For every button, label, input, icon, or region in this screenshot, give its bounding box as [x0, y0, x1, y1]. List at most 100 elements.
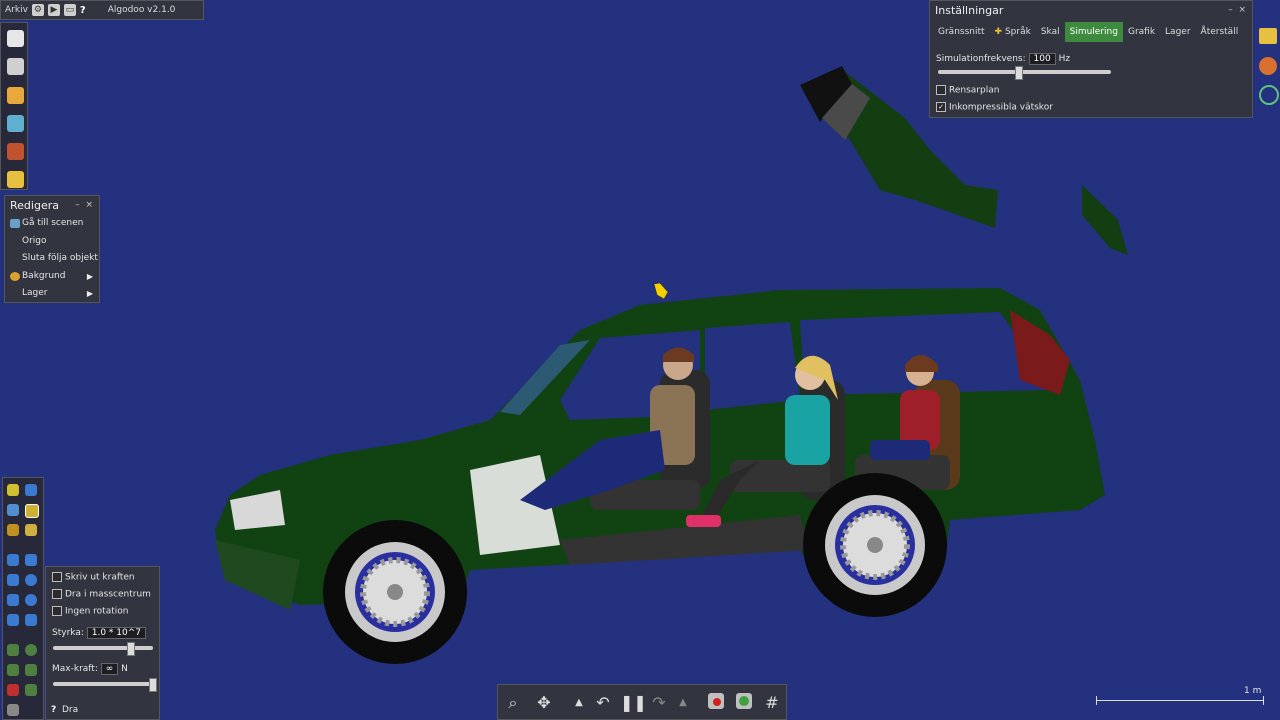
top-toolbar: Arkiv ⚙ ▶ ▭ ? Algodoo v2.1.0 — [0, 0, 204, 20]
checkbox-no-rotation[interactable]: Ingen rotation — [52, 606, 128, 617]
menu-item-stop-following[interactable]: Sluta följa objekt — [5, 250, 99, 268]
menu-item-background[interactable]: Bakgrund ▶ — [5, 268, 99, 286]
grid-icon[interactable]: # — [761, 693, 783, 713]
pan-icon[interactable]: ✥ — [533, 693, 555, 713]
tab-interface[interactable]: Gränssnitt — [933, 22, 990, 42]
rear-wheel — [803, 473, 947, 617]
menu-item-label: Origo — [22, 235, 47, 246]
tab-skin[interactable]: Skal — [1036, 22, 1065, 42]
strength-input[interactable]: 1.0 * 10^7 — [86, 627, 147, 639]
move-tool-icon[interactable] — [7, 504, 19, 516]
open-folder-icon[interactable] — [7, 87, 24, 104]
undo-menu-icon[interactable]: ▲ — [568, 693, 590, 713]
circle-tool-icon[interactable] — [25, 594, 37, 606]
tab-simulation[interactable]: Simulering — [1064, 22, 1123, 42]
checkbox[interactable] — [52, 606, 62, 616]
tab-label: Språk — [1004, 27, 1031, 37]
checkbox[interactable] — [936, 85, 946, 95]
cut-tool-icon[interactable] — [25, 484, 37, 496]
gear-tool-icon[interactable] — [25, 574, 37, 586]
panel-controls[interactable]: – × — [1228, 5, 1246, 15]
tab-graphics[interactable]: Grafik — [1123, 22, 1160, 42]
checkbox-label: Ingen rotation — [65, 606, 129, 617]
checkbox-label: Rensarplan — [949, 85, 1000, 96]
sketch-tool-icon[interactable] — [7, 484, 19, 496]
maxforce-input[interactable]: ∞ — [100, 663, 119, 675]
checkbox-label: Skriv ut kraften — [65, 572, 135, 583]
right-toolbar — [1259, 28, 1279, 108]
rope-tool-icon[interactable] — [7, 554, 19, 566]
pen-tool-icon[interactable] — [25, 684, 37, 696]
spring-tool-icon[interactable] — [25, 614, 37, 626]
undo-icon[interactable]: ↶ — [592, 693, 614, 713]
slider-knob[interactable] — [1015, 66, 1024, 80]
chain-tool-icon[interactable] — [7, 684, 19, 696]
checkbox-incompressible-fluids[interactable]: ✓ Inkompressibla vätskor — [936, 102, 1053, 113]
play-scene-icon[interactable]: ▶ — [47, 4, 60, 16]
box-tool-icon[interactable] — [7, 594, 19, 606]
settings-icon[interactable]: ⚙ — [31, 4, 44, 16]
checkbox[interactable] — [52, 589, 62, 599]
drag-tool-icon[interactable] — [25, 504, 39, 518]
tab-language[interactable]: ✚ Språk — [990, 22, 1036, 42]
scene-settings-icon[interactable] — [1259, 85, 1279, 105]
slider-knob[interactable] — [127, 642, 135, 656]
layers-icon[interactable] — [1259, 28, 1277, 44]
checkbox-drag-center-of-mass[interactable]: Dra i masscentrum — [52, 589, 151, 600]
tab-reset[interactable]: Återställ — [1196, 22, 1244, 42]
fixate-tool-icon[interactable] — [7, 614, 19, 626]
scene-icon — [10, 219, 20, 228]
maxforce-row: Max-kraft: ∞ N — [52, 663, 128, 675]
file-menu[interactable]: Arkiv — [5, 5, 28, 15]
redo-menu-icon[interactable]: ▲ — [672, 693, 694, 713]
checkbox[interactable] — [52, 572, 62, 582]
scene-list-icon[interactable] — [7, 58, 24, 75]
maxforce-slider[interactable] — [53, 678, 157, 692]
gravity-icon[interactable] — [733, 693, 755, 714]
frequency-row: Simulationfrekvens: 100 Hz — [936, 53, 1070, 65]
slider-knob[interactable] — [149, 678, 157, 692]
settings-panel: Inställningar – × Gränssnitt ✚ Språk Ska… — [929, 0, 1253, 118]
help-icon[interactable]: ? — [80, 5, 86, 16]
panel-controls[interactable]: – × — [75, 200, 93, 210]
frequency-input[interactable]: 100 — [1028, 53, 1056, 65]
window-icon[interactable]: ▭ — [63, 4, 76, 16]
zoom-icon[interactable]: ⌕ — [502, 693, 524, 713]
palette-icon[interactable] — [1259, 57, 1277, 75]
plane-tool-icon[interactable] — [7, 574, 19, 586]
pause-icon[interactable]: ❚❚ — [620, 693, 647, 713]
checkbox[interactable]: ✓ — [936, 102, 946, 112]
menu-item-layers[interactable]: Lager ▶ — [5, 285, 99, 303]
maxforce-label: Max-kraft: — [52, 664, 98, 674]
tab-layers[interactable]: Lager — [1160, 22, 1195, 42]
menu-item-label: Gå till scenen — [22, 218, 84, 228]
scale-tool-icon[interactable] — [25, 524, 37, 536]
submenu-arrow-icon: ▶ — [86, 271, 93, 281]
tracer-tool-icon[interactable] — [7, 644, 19, 656]
tool-name: Dra — [61, 705, 79, 715]
frequency-label: Simulationfrekvens: — [936, 54, 1026, 64]
help-icon[interactable]: ? — [51, 705, 56, 715]
misc-tool-icon[interactable] — [7, 704, 19, 716]
brush-tool-icon[interactable] — [25, 554, 37, 566]
submenu-arrow-icon: ▶ — [86, 289, 93, 298]
new-file-icon[interactable] — [7, 30, 24, 47]
phunlets-icon[interactable] — [7, 143, 24, 160]
menu-item-origin[interactable]: Origo — [5, 233, 99, 251]
record-icon[interactable] — [705, 693, 727, 714]
save-scene-icon[interactable] — [7, 115, 24, 132]
frequency-unit: Hz — [1058, 54, 1071, 64]
rotate-tool-icon[interactable] — [7, 524, 19, 536]
menu-item-label: Lager — [22, 288, 48, 298]
flag-icon: ✚ — [994, 27, 1003, 37]
hinge-tool-icon[interactable] — [25, 644, 37, 656]
checkbox-cleaning-plane[interactable]: Rensarplan — [936, 85, 999, 96]
thruster-tool-icon[interactable] — [25, 664, 37, 676]
menu-item-go-to-scene[interactable]: Gå till scenen — [5, 215, 99, 233]
strength-slider[interactable] — [53, 642, 153, 656]
checkbox-show-force[interactable]: Skriv ut kraften — [52, 572, 135, 583]
redo-icon[interactable]: ↷ — [648, 693, 670, 713]
frequency-slider[interactable] — [938, 66, 1111, 80]
algobox-icon[interactable] — [7, 171, 24, 188]
laser-tool-icon[interactable] — [7, 664, 19, 676]
